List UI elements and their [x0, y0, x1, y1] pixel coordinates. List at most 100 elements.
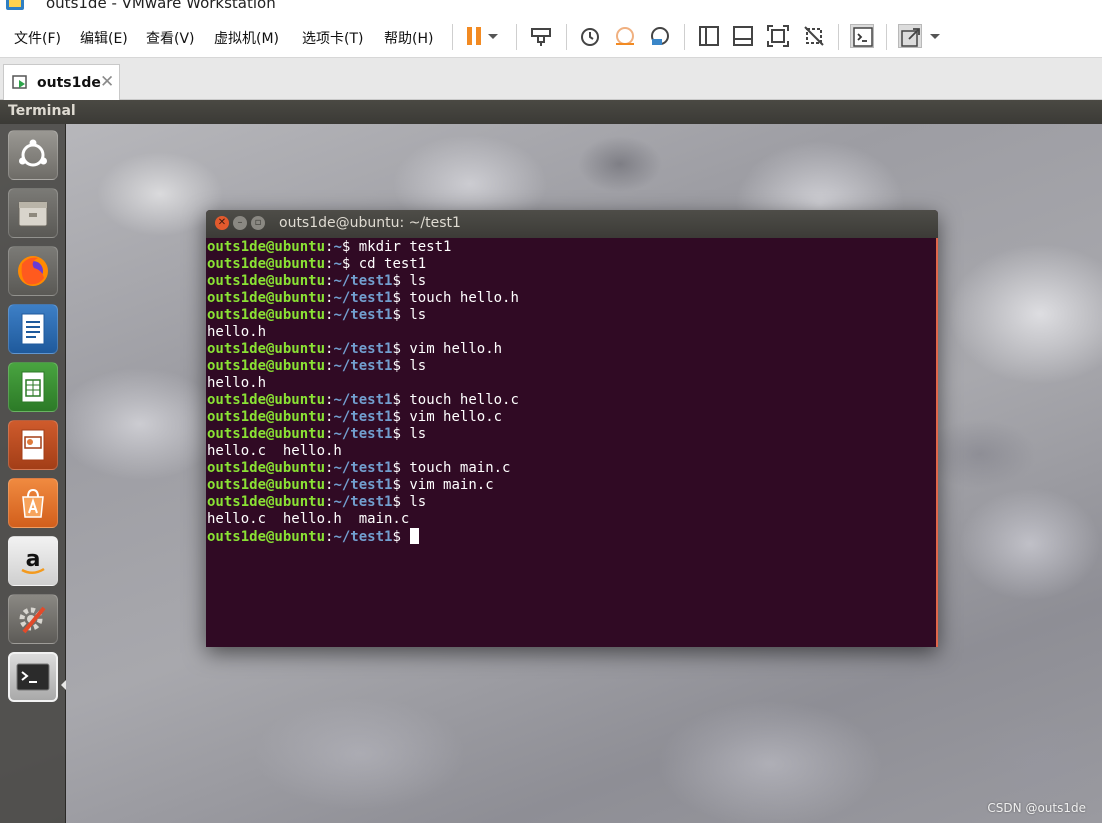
- menu-file[interactable]: 文件(F): [14, 28, 61, 48]
- menu-toolbar-bar: 文件(F) 编辑(E) 查看(V) 虚拟机(M) 选项卡(T) 帮助(H): [0, 14, 1102, 58]
- command-output: hello.h: [207, 324, 267, 340]
- prompt-symbol: $: [392, 392, 401, 408]
- terminal-output[interactable]: outs1de@ubuntu:~$ mkdir test1 outs1de@ubu…: [206, 238, 936, 647]
- terminal-line: outs1de@ubuntu:~$ cd test1: [207, 256, 935, 273]
- snapshot-revert-icon[interactable]: [613, 24, 637, 48]
- prompt-path: ~/test1: [333, 529, 393, 545]
- terminal-icon[interactable]: [8, 652, 58, 702]
- toolbar-separator: [684, 24, 685, 50]
- vm-tab-bar: outs1de ✕: [0, 58, 1102, 100]
- command-text: touch hello.c: [400, 392, 519, 408]
- vm-tab[interactable]: outs1de ✕: [3, 64, 120, 100]
- command-text: touch main.c: [400, 460, 511, 476]
- prompt-user: outs1de@ubuntu: [207, 290, 326, 306]
- terminal-window[interactable]: ✕ – ▫ outs1de@ubuntu: ~/test1 outs1de@ub…: [206, 210, 938, 647]
- prompt-user: outs1de@ubuntu: [207, 426, 326, 442]
- terminal-line: outs1de@ubuntu:~/test1$ ls: [207, 494, 935, 511]
- prompt-path: ~/test1: [333, 460, 393, 476]
- prompt-symbol: $: [392, 409, 401, 425]
- prompt-path: ~/test1: [333, 290, 393, 306]
- prompt-symbol: $: [392, 477, 401, 493]
- prompt-user: outs1de@ubuntu: [207, 529, 326, 545]
- prompt-user: outs1de@ubuntu: [207, 273, 326, 289]
- window-minimize-icon[interactable]: –: [233, 216, 247, 230]
- prompt-symbol: $: [392, 290, 401, 306]
- menu-edit[interactable]: 编辑(E): [80, 28, 128, 48]
- prompt-user: outs1de@ubuntu: [207, 494, 326, 510]
- terminal-line: outs1de@ubuntu:~/test1$ ls: [207, 273, 935, 290]
- command-text: [401, 529, 409, 545]
- command-text: touch hello.h: [400, 290, 519, 306]
- watermark: CSDN @outs1de: [987, 801, 1086, 815]
- command-text: vim hello.h: [400, 341, 503, 357]
- terminal-line: hello.c hello.h: [207, 443, 935, 460]
- menu-vm[interactable]: 虚拟机(M): [214, 28, 279, 48]
- ubuntu-dash-icon[interactable]: [8, 130, 58, 180]
- prompt-path: ~/test1: [333, 358, 393, 374]
- prompt-path: ~/test1: [333, 273, 393, 289]
- dropdown-icon[interactable]: [928, 24, 942, 48]
- library-view-icon[interactable]: [697, 24, 721, 48]
- prompt-path: ~: [333, 239, 342, 255]
- window-close-icon[interactable]: ✕: [215, 216, 229, 230]
- terminal-line: outs1de@ubuntu:~/test1$ ls: [207, 358, 935, 375]
- impress-icon[interactable]: [8, 420, 58, 470]
- prompt-user: outs1de@ubuntu: [207, 392, 326, 408]
- prompt-user: outs1de@ubuntu: [207, 307, 326, 323]
- amazon-icon[interactable]: a: [8, 536, 58, 586]
- system-settings-icon[interactable]: [8, 594, 58, 644]
- send-keys-icon[interactable]: [529, 24, 553, 48]
- command-text: ls: [400, 494, 427, 510]
- prompt-path: ~/test1: [333, 341, 393, 357]
- calc-icon[interactable]: [8, 362, 58, 412]
- toolbar-separator: [886, 24, 887, 50]
- firefox-icon[interactable]: [8, 246, 58, 296]
- software-center-icon[interactable]: [8, 478, 58, 528]
- prompt-symbol: $: [392, 358, 401, 374]
- command-output: hello.c hello.h main.c: [207, 511, 410, 527]
- terminal-line: outs1de@ubuntu:~/test1$ touch hello.c: [207, 392, 935, 409]
- prompt-path: ~: [333, 256, 342, 272]
- command-output: hello.c hello.h: [207, 443, 342, 459]
- command-text: mkdir test1: [350, 239, 452, 255]
- prompt-path: ~/test1: [333, 409, 393, 425]
- snapshot-take-icon[interactable]: [578, 24, 602, 48]
- dropdown-icon[interactable]: [486, 24, 500, 48]
- terminal-line: outs1de@ubuntu:~/test1$ touch hello.h: [207, 290, 935, 307]
- command-text: vim main.c: [400, 477, 494, 493]
- stretch-icon[interactable]: [898, 24, 922, 48]
- close-icon[interactable]: ✕: [100, 72, 114, 92]
- terminal-title: outs1de@ubuntu: ~/test1: [279, 215, 461, 231]
- unity-launcher: a: [0, 124, 66, 823]
- files-icon[interactable]: [8, 188, 58, 238]
- toolbar-separator: [838, 24, 839, 50]
- terminal-titlebar[interactable]: ✕ – ▫ outs1de@ubuntu: ~/test1: [206, 210, 938, 238]
- guest-screen[interactable]: Terminal a ✕ – ▫ outs1de@ubuntu: ~/test1…: [0, 100, 1102, 823]
- terminal-line: hello.h: [207, 375, 935, 392]
- menu-tabs[interactable]: 选项卡(T): [302, 28, 363, 48]
- command-text: ls: [400, 426, 427, 442]
- terminal-view-icon[interactable]: [850, 24, 874, 48]
- svg-text:a: a: [26, 547, 41, 572]
- command-text: cd test1: [350, 256, 427, 272]
- command-output: hello.h: [207, 375, 267, 391]
- window-title: outs1de - VMware Workstation: [46, 0, 276, 12]
- prompt-path: ~/test1: [333, 426, 393, 442]
- prompt-symbol: $: [392, 529, 401, 545]
- terminal-line: outs1de@ubuntu:~/test1$ vim hello.c: [207, 409, 935, 426]
- snapshot-manager-icon[interactable]: [648, 24, 672, 48]
- window-titlebar: outs1de - VMware Workstation: [0, 0, 1102, 14]
- menu-help[interactable]: 帮助(H): [384, 28, 433, 48]
- command-text: ls: [400, 307, 427, 323]
- window-maximize-icon[interactable]: ▫: [251, 216, 265, 230]
- prompt-user: outs1de@ubuntu: [207, 358, 326, 374]
- menu-view[interactable]: 查看(V): [146, 28, 195, 48]
- writer-icon[interactable]: [8, 304, 58, 354]
- unity-icon[interactable]: [802, 24, 826, 48]
- prompt-symbol: $: [392, 460, 401, 476]
- prompt-symbol: $: [392, 307, 401, 323]
- pause-icon[interactable]: [462, 24, 486, 48]
- console-view-icon[interactable]: [731, 24, 755, 48]
- prompt-user: outs1de@ubuntu: [207, 256, 326, 272]
- fullscreen-icon[interactable]: [766, 24, 790, 48]
